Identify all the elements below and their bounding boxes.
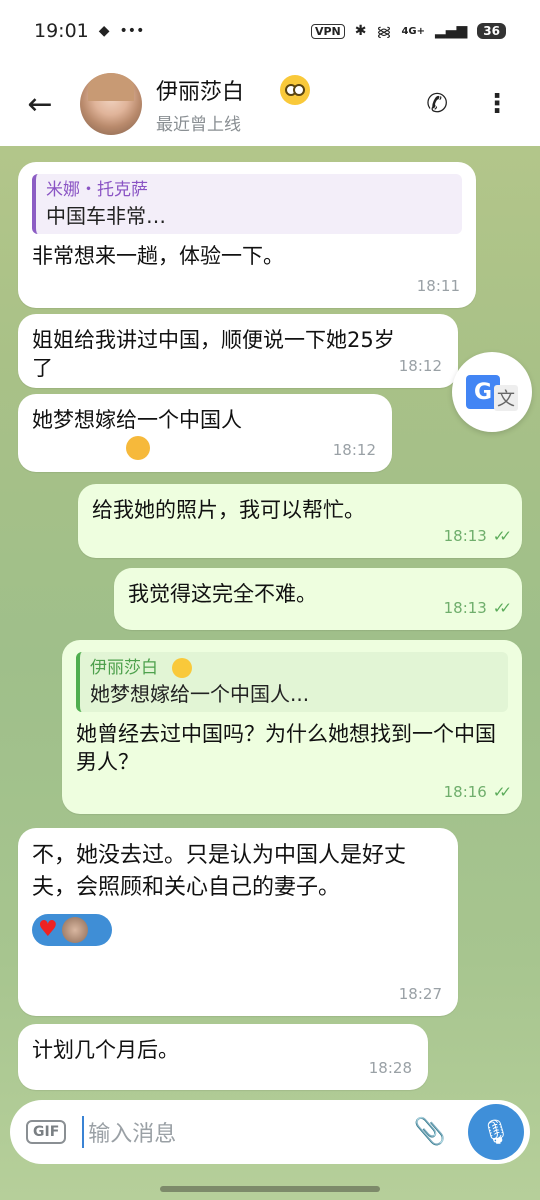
- bluetooth-icon: ✱: [354, 23, 367, 39]
- translate-button[interactable]: G 文: [452, 352, 532, 432]
- heart-icon: ♥: [38, 917, 58, 942]
- reply-author: 米娜・托克萨: [46, 180, 148, 200]
- phone-icon[interactable]: ✆: [426, 89, 448, 119]
- reactor-avatar: [61, 917, 88, 943]
- battery-badge: 36: [477, 23, 506, 39]
- notification-icon: ◆: [98, 23, 110, 39]
- network-label: 4G+: [401, 25, 425, 37]
- message-bubble[interactable]: 米娜・托克萨 中国车非常… 非常想来一趟，体验一下。 18:11: [18, 162, 476, 308]
- message-bubble[interactable]: 不，她没去过。只是认为中国人是好丈夫，会照顾和关心自己的妻子。 ♥ 18:27: [18, 828, 458, 1016]
- message-time: 18:13: [443, 599, 487, 617]
- message-bubble[interactable]: 给我她的照片，我可以帮忙。 18:13 ✓✓: [78, 484, 522, 558]
- double-check-icon: ✓✓: [492, 783, 512, 801]
- vpn-badge: VPN: [310, 23, 345, 39]
- message-time: 18:27: [398, 985, 442, 1003]
- rolling-eyes-emoji-icon: [280, 74, 311, 105]
- message-time: 18:16: [443, 783, 487, 801]
- message-text: 她曾经去过中国吗？为什么她想找到一个中国男人？: [76, 722, 496, 774]
- rolling-eyes-emoji-icon: [172, 658, 192, 678]
- reply-quote[interactable]: 伊丽莎白 她梦想嫁给一个中国人...: [76, 652, 508, 712]
- message-text: 计划几个月后。: [32, 1038, 179, 1062]
- home-indicator[interactable]: [160, 1186, 380, 1192]
- more-notifications-icon: •••: [119, 23, 145, 39]
- message-time: 18:12: [332, 441, 376, 459]
- more-menu-icon[interactable]: ⋮: [484, 89, 510, 119]
- message-input[interactable]: 输入消息: [82, 1116, 413, 1148]
- message-time: 18:12: [398, 357, 442, 375]
- message-bubble[interactable]: 姐姐给我讲过中国，顺便说一下她25岁了 18:12: [18, 314, 458, 388]
- message-text: 姐姐给我讲过中国，顺便说一下她25岁了: [32, 328, 395, 380]
- message-time: 18:28: [368, 1059, 412, 1077]
- message-time: 18:11: [416, 277, 460, 295]
- double-check-icon: ✓✓: [492, 527, 512, 545]
- message-bubble[interactable]: 我觉得这完全不难。 18:13 ✓✓: [114, 568, 522, 630]
- attach-icon[interactable]: 📎: [414, 1117, 446, 1147]
- reply-author: 伊丽莎白: [90, 658, 158, 678]
- message-text: 给我她的照片，我可以帮忙。: [92, 498, 365, 522]
- reply-quote[interactable]: 米娜・托克萨 中国车非常…: [32, 174, 462, 234]
- clock: 19:01: [34, 20, 89, 42]
- message-text: 非常想来一趟，体验一下。: [32, 244, 284, 268]
- gif-button[interactable]: GIF: [26, 1120, 67, 1144]
- translate-glyph: 文: [494, 385, 518, 411]
- message-list[interactable]: 米娜・托克萨 中国车非常… 非常想来一趟，体验一下。 18:11 姐姐给我讲过中…: [0, 146, 540, 1092]
- microphone-icon[interactable]: 🎙: [468, 1104, 524, 1160]
- signal-icon: ▂▄▆: [434, 23, 468, 39]
- message-bubble[interactable]: 伊丽莎白 她梦想嫁给一个中国人... 她曾经去过中国吗？为什么她想找到一个中国男…: [62, 640, 522, 814]
- avatar[interactable]: [80, 73, 142, 135]
- contact-status: 最近曾上线: [156, 114, 241, 135]
- back-arrow-icon[interactable]: ←: [0, 62, 80, 146]
- message-bubble[interactable]: 她梦想嫁给一个中国人 18:12: [18, 394, 392, 472]
- reply-text: 她梦想嫁给一个中国人...: [90, 682, 310, 706]
- message-text: 不，她没去过。只是认为中国人是好丈夫，会照顾和关心自己的妻子。: [32, 843, 407, 900]
- message-bubble[interactable]: 计划几个月后。 18:28: [18, 1024, 428, 1090]
- message-composer: GIF 输入消息 📎 🎙: [10, 1100, 530, 1164]
- contact-info[interactable]: 伊丽莎白 最近曾上线: [156, 74, 311, 135]
- laughing-cat-emoji-icon: [126, 436, 150, 460]
- wifi-icon: ᯼: [376, 23, 392, 40]
- message-time: 18:13: [443, 527, 487, 545]
- reply-text: 中国车非常…: [46, 204, 166, 228]
- status-bar: 19:01 ◆ ••• VPN ✱ ᯼ 4G+ ▂▄▆ 36: [0, 0, 540, 62]
- message-text: 她梦想嫁给一个中国人: [32, 408, 242, 432]
- double-check-icon: ✓✓: [492, 599, 512, 617]
- chat-header: ← 伊丽莎白 最近曾上线 ✆ ⋮: [0, 62, 540, 146]
- contact-name: 伊丽莎白: [156, 79, 245, 105]
- reaction-chip[interactable]: ♥: [32, 914, 112, 946]
